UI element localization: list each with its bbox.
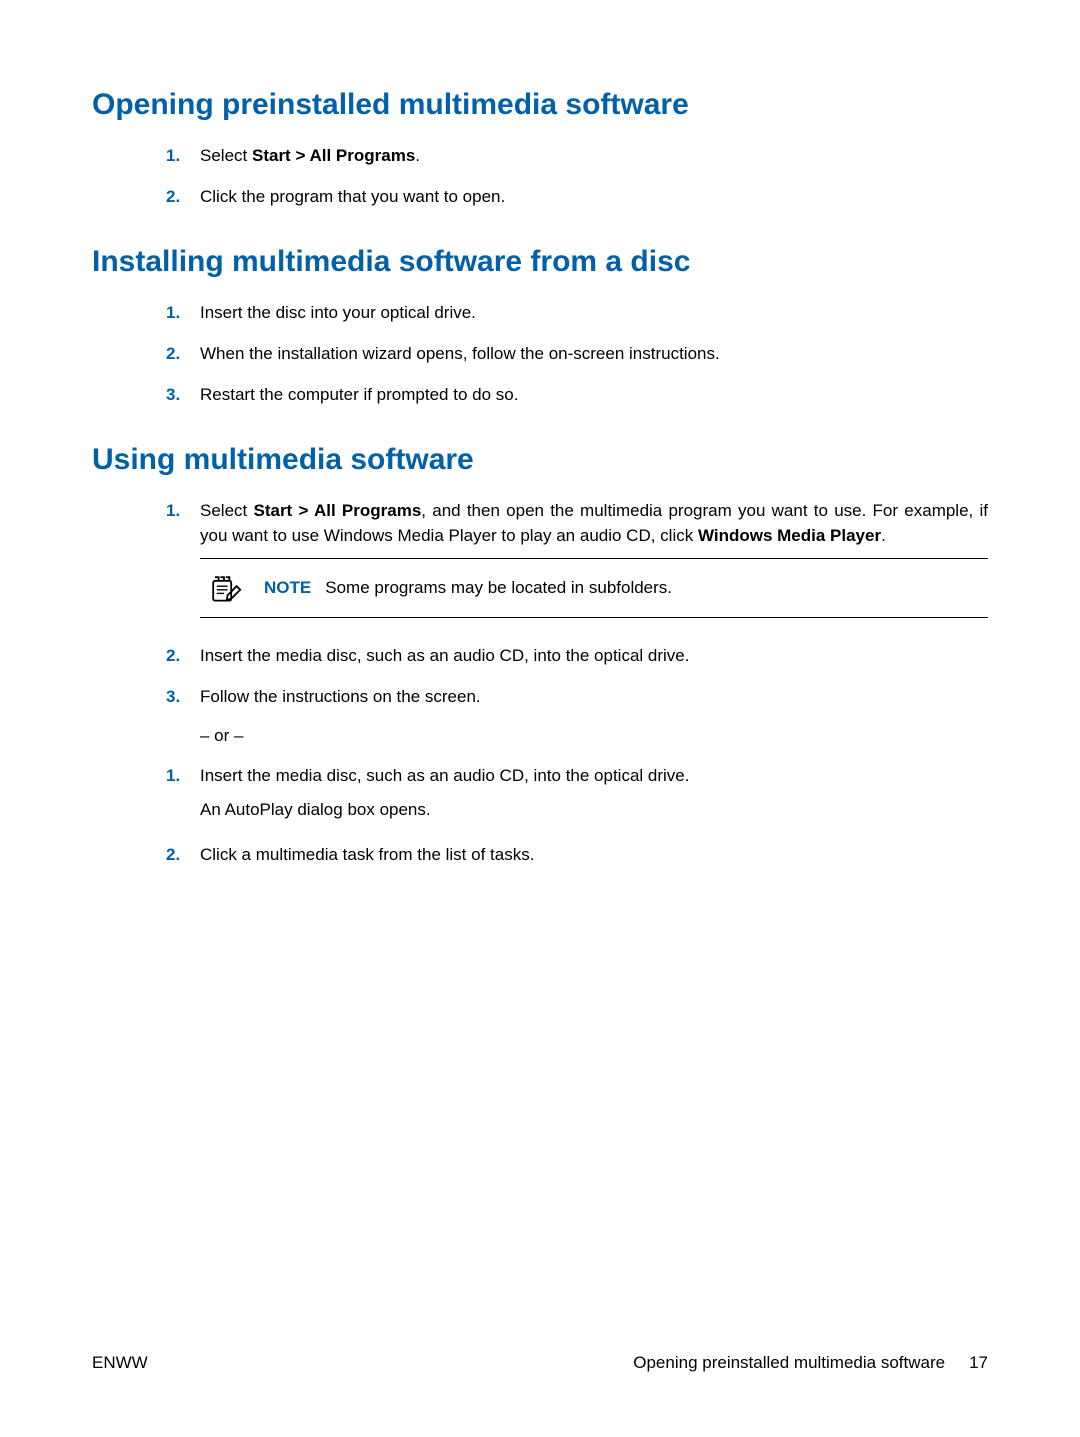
or-separator: – or – (92, 726, 988, 746)
step-number: 3. (166, 383, 200, 408)
list-using-multimedia-a: 1. Select Start > All Programs, and then… (92, 499, 988, 710)
list-installing-from-disc: 1. Insert the disc into your optical dri… (92, 301, 988, 407)
section-opening-preinstalled: Opening preinstalled multimedia software… (92, 88, 988, 209)
step-number: 1. (166, 499, 200, 524)
step-number: 3. (166, 685, 200, 710)
section-installing-from-disc: Installing multimedia software from a di… (92, 245, 988, 407)
step-text: Restart the computer if prompted to do s… (200, 383, 988, 408)
list-item: 1. Select Start > All Programs. (166, 144, 988, 169)
list-item: 1. Insert the media disc, such as an aud… (166, 764, 988, 827)
list-item: 2. When the installation wizard opens, f… (166, 342, 988, 367)
step-text: Insert the disc into your optical drive. (200, 301, 988, 326)
heading-installing-from-disc: Installing multimedia software from a di… (92, 245, 988, 279)
step-number: 1. (166, 301, 200, 326)
note-label: NOTE (264, 576, 311, 601)
list-item: 2. Click the program that you want to op… (166, 185, 988, 210)
step-text: Insert the media disc, such as an audio … (200, 644, 988, 669)
list-item: 1. Insert the disc into your optical dri… (166, 301, 988, 326)
list-item: 3. Follow the instructions on the screen… (166, 685, 988, 710)
step-text: Select Start > All Programs, and then op… (200, 499, 988, 628)
list-item: 2. Click a multimedia task from the list… (166, 843, 988, 868)
step-number: 1. (166, 144, 200, 169)
footer-section-title: Opening preinstalled multimedia software (633, 1353, 945, 1373)
step-number: 1. (166, 764, 200, 789)
step-text: When the installation wizard opens, foll… (200, 342, 988, 367)
step-number: 2. (166, 185, 200, 210)
document-page: Opening preinstalled multimedia software… (0, 0, 1080, 1437)
step-text: Select Start > All Programs. (200, 144, 988, 169)
step-number: 2. (166, 644, 200, 669)
step-number: 2. (166, 843, 200, 868)
heading-using-multimedia: Using multimedia software (92, 443, 988, 477)
step-subtext: An AutoPlay dialog box opens. (200, 798, 988, 823)
note-text: Some programs may be located in subfolde… (325, 576, 672, 601)
footer-left: ENWW (92, 1353, 148, 1373)
step-text: Click the program that you want to open. (200, 185, 988, 210)
page-footer: ENWW Opening preinstalled multimedia sof… (92, 1353, 988, 1373)
note-box: NOTE Some programs may be located in sub… (200, 558, 988, 618)
list-opening-preinstalled: 1. Select Start > All Programs. 2. Click… (92, 144, 988, 209)
note-row: NOTE Some programs may be located in sub… (200, 559, 988, 617)
list-item: 1. Select Start > All Programs, and then… (166, 499, 988, 628)
note-icon (204, 569, 244, 607)
list-using-multimedia-b: 1. Insert the media disc, such as an aud… (92, 764, 988, 868)
footer-page-number: 17 (969, 1353, 988, 1373)
step-text: Click a multimedia task from the list of… (200, 843, 988, 868)
section-using-multimedia: Using multimedia software 1. Select Star… (92, 443, 988, 867)
step-number: 2. (166, 342, 200, 367)
step-text: Insert the media disc, such as an audio … (200, 764, 988, 827)
list-item: 2. Insert the media disc, such as an aud… (166, 644, 988, 669)
divider (200, 617, 988, 618)
step-text: Follow the instructions on the screen. (200, 685, 988, 710)
footer-right: Opening preinstalled multimedia software… (633, 1353, 988, 1373)
list-item: 3. Restart the computer if prompted to d… (166, 383, 988, 408)
heading-opening-preinstalled: Opening preinstalled multimedia software (92, 88, 988, 122)
